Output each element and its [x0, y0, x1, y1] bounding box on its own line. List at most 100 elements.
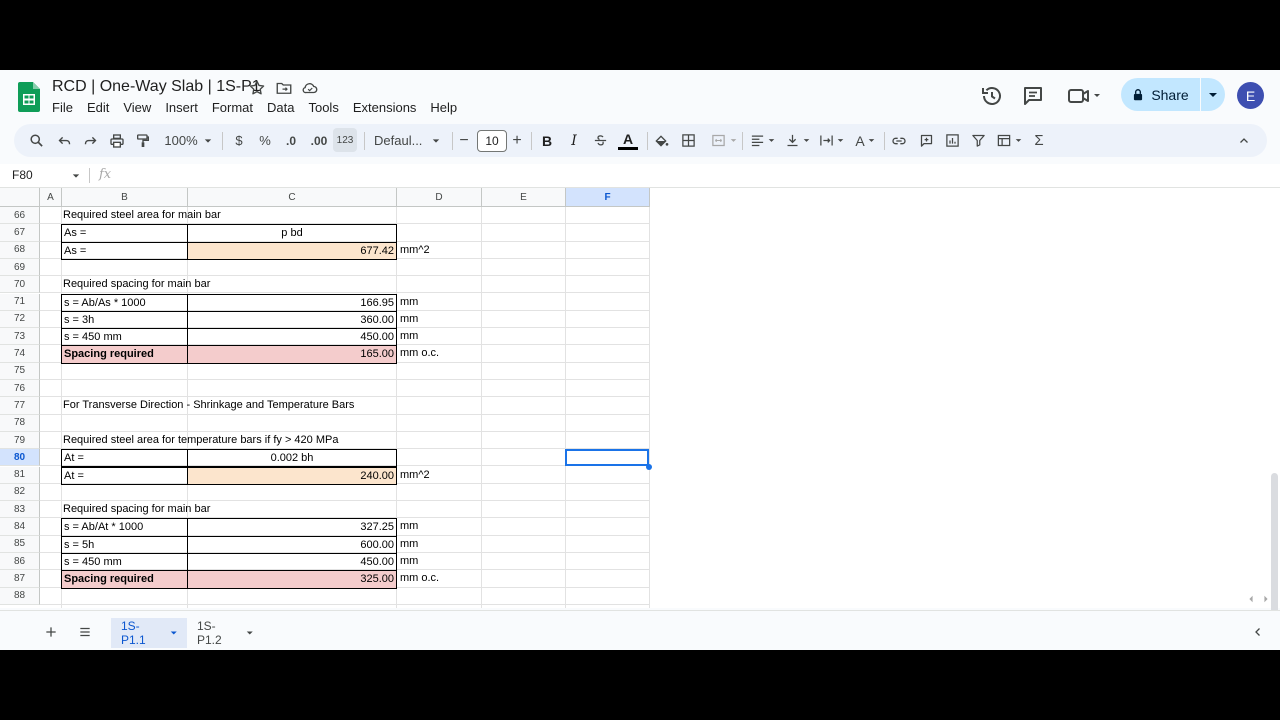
- cell-b66[interactable]: Required steel area for main bar: [61, 207, 391, 224]
- version-history-icon[interactable]: [980, 84, 1004, 108]
- cell-c85[interactable]: 600.00: [187, 535, 397, 554]
- cell-c87[interactable]: 325.00: [187, 570, 397, 589]
- decrease-font-size-button[interactable]: −: [457, 124, 471, 157]
- cell-c72[interactable]: 360.00: [187, 310, 397, 330]
- share-dropdown-button[interactable]: [1201, 78, 1225, 111]
- row-header[interactable]: 87: [0, 570, 40, 588]
- text-rotation-button[interactable]: A: [850, 124, 880, 157]
- font-size-input[interactable]: 10: [477, 130, 507, 152]
- meet-video-icon[interactable]: [1066, 84, 1104, 108]
- cell-c67[interactable]: p bd: [187, 224, 397, 243]
- cell-c68[interactable]: 677.42: [187, 241, 397, 260]
- number-format-button[interactable]: 123: [333, 128, 357, 152]
- cell-c86[interactable]: 450.00: [187, 553, 397, 572]
- percent-format-button[interactable]: %: [257, 124, 273, 157]
- row-header[interactable]: 88: [0, 587, 40, 605]
- document-title[interactable]: RCD | One-Way Slab | 1S-P1: [52, 78, 261, 96]
- name-box-dropdown-icon[interactable]: [72, 172, 80, 180]
- account-avatar[interactable]: E: [1237, 82, 1264, 109]
- cell-d86[interactable]: mm: [398, 553, 482, 570]
- cell-b85[interactable]: s = 5h: [61, 535, 188, 554]
- row-header[interactable]: 80: [0, 449, 40, 467]
- name-box[interactable]: F80: [12, 168, 33, 182]
- vertical-align-button[interactable]: [782, 124, 812, 157]
- cell-b74[interactable]: Spacing required: [61, 345, 188, 364]
- cell-b83[interactable]: Required spacing for main bar: [61, 501, 391, 518]
- cell-d84[interactable]: mm: [398, 518, 482, 535]
- sheet-tab-1s-p1-2[interactable]: 1S-P1.2: [187, 618, 263, 648]
- fill-handle[interactable]: [646, 463, 652, 470]
- cell-b70[interactable]: Required spacing for main bar: [61, 276, 391, 293]
- row-header[interactable]: 71: [0, 293, 40, 311]
- row-header[interactable]: 84: [0, 518, 40, 536]
- menu-extensions[interactable]: Extensions: [353, 100, 417, 115]
- currency-format-button[interactable]: $: [231, 124, 247, 157]
- cell-b81[interactable]: At =: [61, 466, 188, 485]
- undo-button[interactable]: [54, 124, 74, 157]
- row-header[interactable]: 72: [0, 310, 40, 329]
- insert-link-button[interactable]: [890, 124, 908, 157]
- cell-d74[interactable]: mm o.c.: [398, 345, 482, 362]
- bold-button[interactable]: B: [539, 124, 555, 157]
- print-button[interactable]: [107, 124, 127, 157]
- share-button[interactable]: Share: [1121, 78, 1199, 111]
- row-header[interactable]: 83: [0, 501, 40, 519]
- menu-file[interactable]: File: [52, 100, 73, 115]
- move-to-folder-icon[interactable]: [275, 79, 293, 97]
- row-header[interactable]: 69: [0, 258, 40, 277]
- menu-insert[interactable]: Insert: [165, 100, 198, 115]
- menu-tools[interactable]: Tools: [308, 100, 338, 115]
- cell-c81[interactable]: 240.00: [187, 466, 397, 485]
- row-header[interactable]: 85: [0, 535, 40, 553]
- cell-c73[interactable]: 450.00: [187, 328, 397, 347]
- row-header[interactable]: 78: [0, 414, 40, 432]
- add-sheet-button[interactable]: [40, 621, 62, 643]
- cell-d87[interactable]: mm o.c.: [398, 570, 482, 587]
- caret-down-icon[interactable]: [170, 629, 177, 637]
- cell-b80[interactable]: At =: [61, 449, 188, 468]
- caret-down-icon[interactable]: [246, 629, 253, 637]
- cell-b84[interactable]: s = Ab/At * 1000: [61, 518, 188, 537]
- row-header[interactable]: 70: [0, 276, 40, 294]
- cell-d72[interactable]: mm: [398, 311, 482, 328]
- cell-b72[interactable]: s = 3h: [61, 310, 188, 330]
- merge-cells-button[interactable]: [707, 124, 741, 157]
- cell-b87[interactable]: Spacing required: [61, 570, 188, 589]
- cell-b86[interactable]: s = 450 mm: [61, 553, 188, 572]
- row-header[interactable]: 76: [0, 380, 40, 398]
- increase-font-size-button[interactable]: +: [510, 124, 524, 157]
- cell-b73[interactable]: s = 450 mm: [61, 328, 188, 347]
- row-header[interactable]: 73: [0, 328, 40, 346]
- redo-button[interactable]: [80, 124, 100, 157]
- strikethrough-button[interactable]: [592, 124, 608, 157]
- cell-b77[interactable]: For Transverse Direction - Shrinkage and…: [61, 397, 391, 414]
- active-cell-f80[interactable]: [565, 449, 649, 467]
- fill-color-button[interactable]: [652, 124, 670, 157]
- row-header[interactable]: 77: [0, 397, 40, 415]
- scroll-left-icon[interactable]: [1247, 595, 1255, 603]
- cell-b67[interactable]: As =: [61, 224, 188, 243]
- functions-button[interactable]: Σ: [1030, 124, 1048, 157]
- borders-button[interactable]: [679, 124, 697, 157]
- row-header[interactable]: 86: [0, 553, 40, 571]
- filter-button[interactable]: [969, 124, 987, 157]
- increase-decimal-button[interactable]: .00: [306, 124, 332, 157]
- cloud-saved-icon[interactable]: [301, 79, 319, 97]
- italic-button[interactable]: I: [566, 124, 582, 157]
- filter-views-button[interactable]: [994, 124, 1024, 157]
- row-header[interactable]: 74: [0, 345, 40, 363]
- paint-format-button[interactable]: [133, 124, 153, 157]
- menu-edit[interactable]: Edit: [87, 100, 109, 115]
- collapse-menus-button[interactable]: [1235, 124, 1253, 157]
- cell-b79[interactable]: Required steel area for temperature bars…: [61, 432, 391, 449]
- spreadsheet-grid[interactable]: A B C D E F 66 Required steel area for ma…: [0, 188, 1280, 650]
- column-header-c[interactable]: C: [188, 188, 397, 207]
- cell-c71[interactable]: 166.95: [187, 293, 397, 312]
- column-header-b[interactable]: B: [62, 188, 188, 207]
- zoom-select[interactable]: 100%: [162, 124, 214, 157]
- menu-view[interactable]: View: [123, 100, 151, 115]
- search-menus-button[interactable]: [26, 124, 46, 157]
- scroll-right-icon[interactable]: [1262, 595, 1270, 603]
- menu-help[interactable]: Help: [430, 100, 457, 115]
- star-icon[interactable]: [248, 79, 266, 97]
